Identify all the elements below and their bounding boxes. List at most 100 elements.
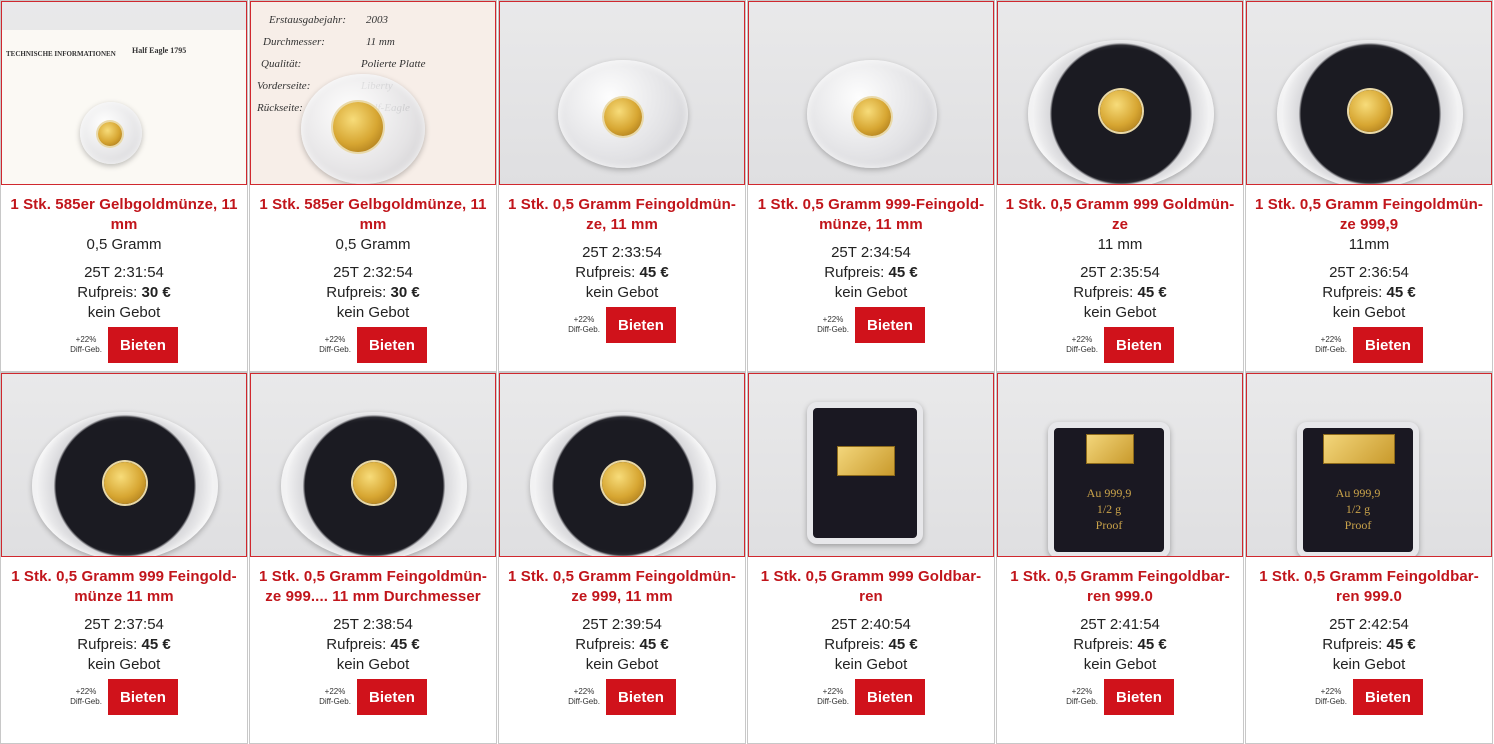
- price-value: 45 €: [639, 636, 669, 653]
- product-card[interactable]: 1 Stk. 0,5 Gramm Feingoldmün-ze 999,9 11m…: [1245, 0, 1493, 372]
- time-remaining: 25T 2:39:54: [582, 616, 662, 633]
- fee-percent: +22%: [1320, 335, 1342, 344]
- bid-button[interactable]: Bieten: [107, 679, 178, 715]
- bid-button[interactable]: Bieten: [1103, 679, 1174, 715]
- product-image[interactable]: [748, 1, 994, 185]
- bid-button[interactable]: Bieten: [1352, 679, 1423, 715]
- fee-note: +22% Diff-Geb.: [1066, 335, 1098, 355]
- auction-info: 25T 2:34:54 Rufpreis: 45 € kein Gebot: [748, 243, 994, 303]
- bid-status: kein Gebot: [834, 656, 908, 673]
- fee-percent: +22%: [822, 687, 844, 696]
- product-title[interactable]: 1 Stk. 0,5 Gramm Feingoldmün-ze 999, 11 …: [499, 557, 745, 607]
- bid-button[interactable]: Bieten: [854, 679, 925, 715]
- product-card[interactable]: Erstausgabejahr: 2003 Durchmesser: 11 mm Qua…: [249, 0, 497, 372]
- price-value: 30 €: [141, 284, 171, 301]
- time-remaining: 25T 2:38:54: [333, 616, 413, 633]
- product-title[interactable]: 1 Stk. 0,5 Gramm 999 Goldmün-ze: [997, 185, 1243, 235]
- product-card[interactable]: 1 Stk. 0,5 Gramm 999 Goldbar-ren 25T 2:40…: [747, 372, 995, 744]
- product-card[interactable]: 1 Stk. 0,5 Gramm Feingoldmün-ze 999.... …: [249, 372, 497, 744]
- product-subtitle: 0,5 Gramm: [86, 236, 162, 253]
- product-title[interactable]: 1 Stk. 585er Gelbgoldmünze, 11 mm: [1, 185, 247, 235]
- product-title[interactable]: 1 Stk. 0,5 Gramm Feingoldmün-ze 999.... …: [250, 557, 496, 607]
- product-image[interactable]: Au 999,9 1/2 g Proof: [1246, 373, 1492, 557]
- bid-button[interactable]: Bieten: [605, 307, 676, 343]
- price-label: Rufpreis:: [77, 636, 138, 653]
- bid-button[interactable]: Bieten: [107, 327, 178, 363]
- time-remaining: 25T 2:33:54: [582, 244, 662, 261]
- product-image[interactable]: [499, 373, 745, 557]
- bid-button[interactable]: Bieten: [356, 327, 427, 363]
- bar-weight-text: 1/2 g: [1345, 502, 1371, 516]
- price-label: Rufpreis:: [1322, 284, 1383, 301]
- card-actions: +22% Diff-Geb. Bieten: [499, 679, 745, 715]
- product-card[interactable]: Au 999,9 1/2 g Proof 1 Stk. 0,5 Gramm Feing…: [1245, 372, 1493, 744]
- certificate-row: Polierte Platte: [361, 58, 426, 70]
- product-card[interactable]: 1 Stk. 0,5 Gramm Feingoldmün-ze 999, 11 …: [498, 372, 746, 744]
- price-value: 45 €: [1386, 284, 1416, 301]
- product-title[interactable]: 1 Stk. 0,5 Gramm Feingoldbar-ren 999.0: [1246, 557, 1492, 607]
- product-title[interactable]: 1 Stk. 0,5 Gramm Feingoldbar-ren 999.0: [997, 557, 1243, 607]
- price-label: Rufpreis:: [824, 636, 885, 653]
- product-card[interactable]: 1 Stk. 0,5 Gramm 999-Feingold-münze, 11 …: [747, 0, 995, 372]
- product-card[interactable]: 1 Stk. 0,5 Gramm 999 Feingold-münze 11 m…: [0, 372, 248, 744]
- bid-button[interactable]: Bieten: [854, 307, 925, 343]
- product-image[interactable]: [250, 373, 496, 557]
- product-title[interactable]: 1 Stk. 0,5 Gramm Feingoldmün-ze, 11 mm: [499, 185, 745, 235]
- bid-button[interactable]: Bieten: [1103, 327, 1174, 363]
- product-image[interactable]: [748, 373, 994, 557]
- price-value: 45 €: [1137, 636, 1167, 653]
- product-title[interactable]: 1 Stk. 0,5 Gramm 999 Feingold-münze 11 m…: [1, 557, 247, 607]
- starting-price: Rufpreis: 45 €: [1246, 635, 1492, 655]
- fee-note: +22% Diff-Geb.: [1315, 335, 1347, 355]
- gold-coin: [98, 122, 122, 146]
- product-title[interactable]: 1 Stk. 0,5 Gramm 999-Feingold-münze, 11 …: [748, 185, 994, 235]
- certificate-row: 2003: [366, 14, 388, 26]
- product-title[interactable]: 1 Stk. 0,5 Gramm 999 Goldbar-ren: [748, 557, 994, 607]
- card-actions: +22% Diff-Geb. Bieten: [748, 679, 994, 715]
- gold-coin: [1349, 90, 1391, 132]
- product-card[interactable]: TECHNISCHE INFORMATIONEN Half Eagle 1795 1…: [0, 0, 248, 372]
- time-remaining: 25T 2:35:54: [1080, 264, 1160, 281]
- product-image[interactable]: [997, 1, 1243, 185]
- gold-coin: [353, 462, 395, 504]
- bar-weight-text: 1/2 g: [1096, 502, 1122, 516]
- card-actions: +22% Diff-Geb. Bieten: [748, 307, 994, 343]
- card-actions: +22% Diff-Geb. Bieten: [1246, 327, 1492, 363]
- bid-button[interactable]: Bieten: [356, 679, 427, 715]
- bid-button[interactable]: Bieten: [1352, 327, 1423, 363]
- fee-note: +22% Diff-Geb.: [1315, 687, 1347, 707]
- product-image[interactable]: [499, 1, 745, 185]
- fee-percent: +22%: [1320, 687, 1342, 696]
- product-title[interactable]: 1 Stk. 585er Gelbgoldmünze, 11 mm: [250, 185, 496, 235]
- auction-info: 25T 2:36:54 Rufpreis: 45 € kein Gebot: [1246, 263, 1492, 323]
- starting-price: Rufpreis: 45 €: [997, 635, 1243, 655]
- auction-info: 25T 2:31:54 Rufpreis: 30 € kein Gebot: [1, 263, 247, 323]
- bid-button[interactable]: Bieten: [605, 679, 676, 715]
- fee-note: +22% Diff-Geb.: [817, 687, 849, 707]
- product-subtitle: 11mm: [1348, 236, 1390, 253]
- starting-price: Rufpreis: 45 €: [499, 263, 745, 283]
- product-image[interactable]: [1, 373, 247, 557]
- time-remaining: 25T 2:41:54: [1080, 616, 1160, 633]
- product-title[interactable]: 1 Stk. 0,5 Gramm Feingoldmün-ze 999,9: [1246, 185, 1492, 235]
- bid-status: kein Gebot: [87, 304, 161, 321]
- product-card[interactable]: 1 Stk. 0,5 Gramm Feingoldmün-ze, 11 mm 25…: [498, 0, 746, 372]
- product-image[interactable]: Au 999,9 1/2 g Proof: [997, 373, 1243, 557]
- gold-bar: [1323, 434, 1395, 464]
- starting-price: Rufpreis: 45 €: [1246, 283, 1492, 303]
- fee-note: +22% Diff-Geb.: [568, 315, 600, 335]
- fee-percent: +22%: [75, 687, 97, 696]
- product-card[interactable]: Au 999,9 1/2 g Proof 1 Stk. 0,5 Gramm Feing…: [996, 372, 1244, 744]
- price-label: Rufpreis:: [824, 264, 885, 281]
- product-card[interactable]: 1 Stk. 0,5 Gramm 999 Goldmün-ze 11 mm 25T …: [996, 0, 1244, 372]
- time-remaining: 25T 2:40:54: [831, 616, 911, 633]
- card-actions: +22% Diff-Geb. Bieten: [250, 679, 496, 715]
- bid-status: kein Gebot: [336, 656, 410, 673]
- starting-price: Rufpreis: 45 €: [499, 635, 745, 655]
- auction-info: 25T 2:33:54 Rufpreis: 45 € kein Gebot: [499, 243, 745, 303]
- product-image[interactable]: [1246, 1, 1492, 185]
- product-image[interactable]: Erstausgabejahr: 2003 Durchmesser: 11 mm Qua…: [250, 1, 496, 185]
- auction-info: 25T 2:39:54 Rufpreis: 45 € kein Gebot: [499, 615, 745, 675]
- product-image[interactable]: TECHNISCHE INFORMATIONEN Half Eagle 1795: [1, 1, 247, 185]
- price-value: 30 €: [390, 284, 420, 301]
